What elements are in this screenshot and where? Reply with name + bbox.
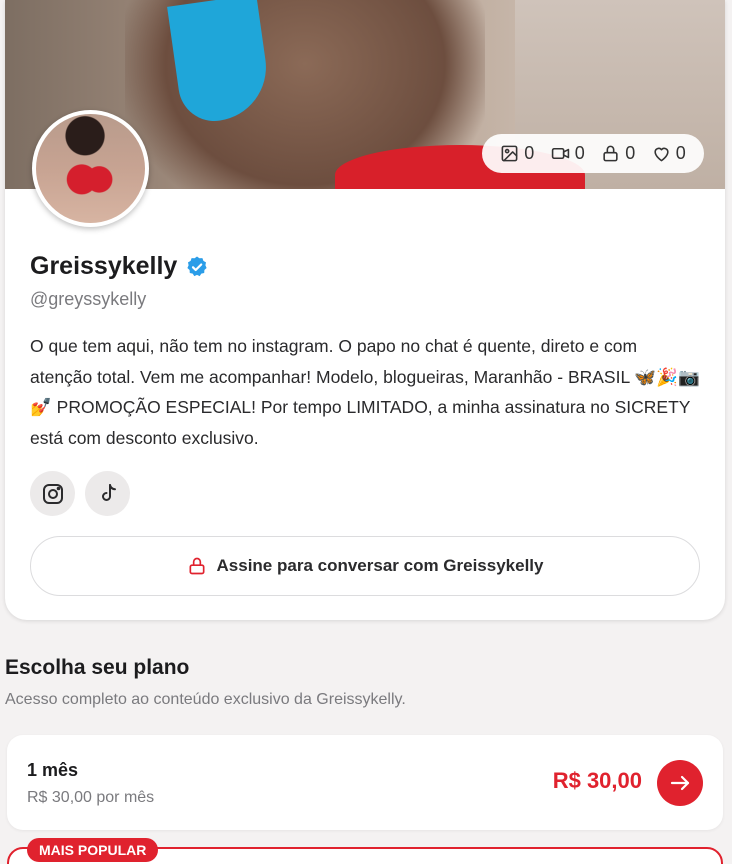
video-icon [551, 147, 569, 160]
tiktok-link[interactable] [85, 471, 130, 516]
plan-card-1-month[interactable]: 1 mês R$ 30,00 por mês R$ 30,00 [7, 735, 723, 830]
locked-stat: 0 [601, 143, 635, 164]
lock-icon [189, 557, 205, 575]
verified-badge-icon [187, 256, 207, 276]
photos-stat: 0 [500, 143, 534, 164]
plan-name: 1 mês [27, 760, 79, 780]
photos-count: 0 [524, 143, 535, 163]
popular-badge: MAIS POPULAR [27, 838, 159, 862]
plans-title: Escolha seu plano [5, 656, 190, 679]
lock-icon [603, 145, 618, 162]
heart-icon [654, 147, 669, 162]
plan-select-button[interactable] [657, 760, 703, 806]
avatar[interactable] [32, 110, 149, 227]
likes-count: 0 [675, 143, 686, 163]
likes-stat: 0 [652, 143, 686, 164]
instagram-link[interactable] [30, 471, 75, 516]
avatar-image [36, 114, 145, 223]
subscribe-to-chat-button[interactable]: Assine para conversar com Greissykelly [30, 536, 700, 596]
profile-handle: @greyssykelly [30, 289, 147, 309]
plan-per-month: R$ 30,00 por mês [27, 789, 155, 806]
social-links [30, 471, 130, 516]
arrow-right-icon [670, 775, 690, 791]
profile-card: 0 0 0 0 Greissykelly @greyssykelly O que… [5, 0, 725, 620]
stats-pill: 0 0 0 0 [482, 134, 704, 173]
plans-subtitle: Acesso completo ao conteúdo exclusivo da… [5, 691, 406, 708]
profile-bio: O que tem aqui, não tem no instagram. O … [30, 336, 700, 448]
instagram-icon [42, 483, 63, 504]
name-row: Greissykelly [30, 252, 209, 281]
locked-count: 0 [625, 143, 636, 163]
videos-stat: 0 [551, 143, 585, 164]
image-icon [501, 145, 518, 162]
profile-name: Greissykelly [30, 252, 178, 280]
chat-button-label: Assine para conversar com Greissykelly [216, 556, 544, 575]
videos-count: 0 [574, 143, 585, 163]
plan-price: R$ 30,00 [552, 768, 642, 793]
tiktok-icon [101, 483, 116, 501]
